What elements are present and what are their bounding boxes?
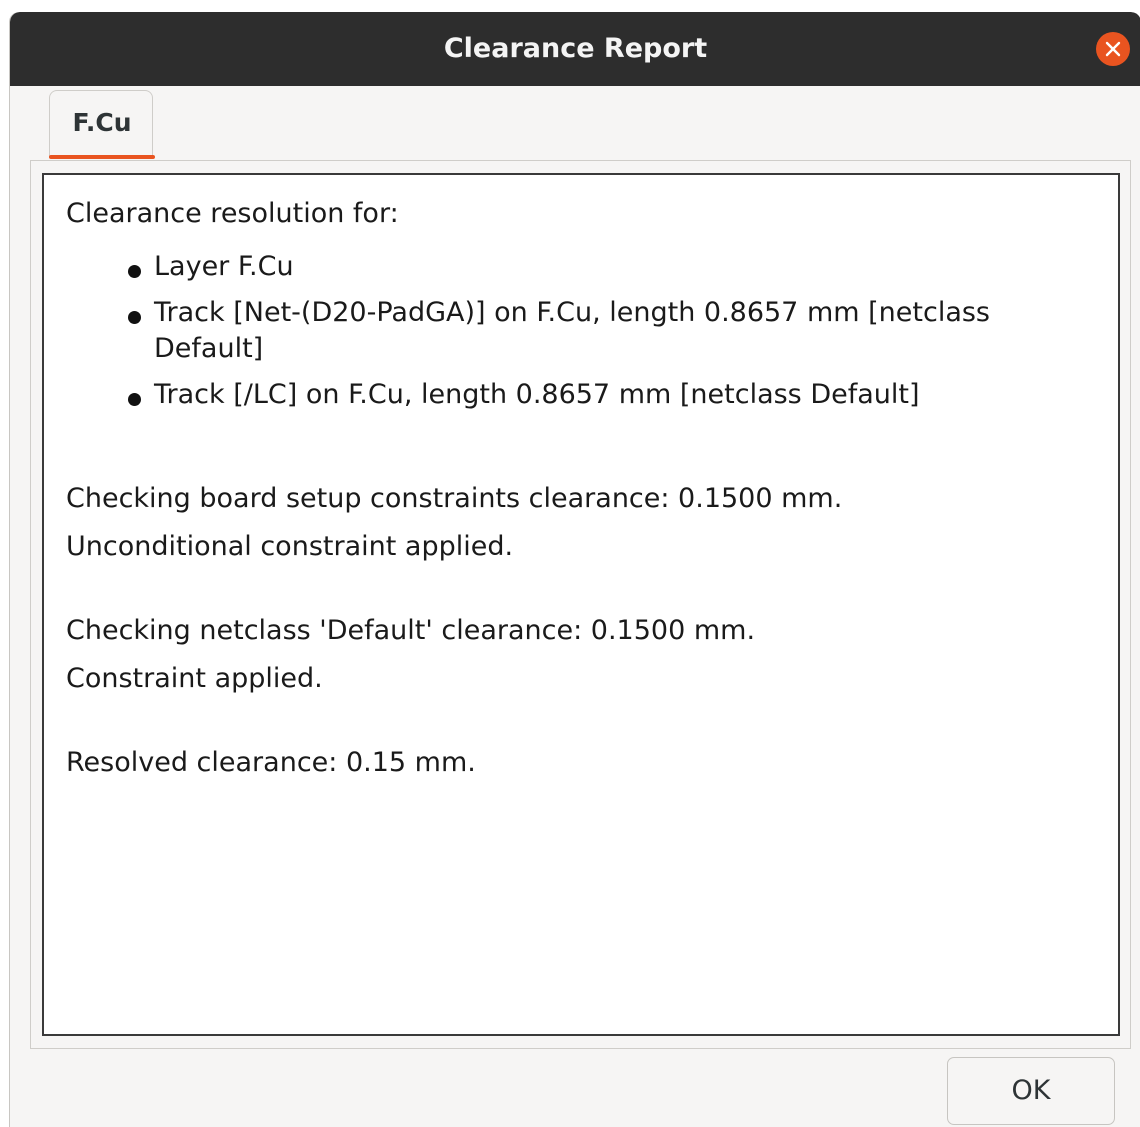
tab-f-cu[interactable]: F.Cu xyxy=(49,90,155,159)
constraint-applied: Constraint applied. xyxy=(66,663,323,694)
dialog-title: Clearance Report xyxy=(443,33,708,64)
report-text: Clearance resolution for: Layer F.Cu Tra… xyxy=(66,195,1096,787)
list-item: Track [/LC] on F.Cu, length 0.8657 mm [n… xyxy=(126,377,1096,413)
active-tab-indicator xyxy=(49,155,155,159)
report-content[interactable]: Clearance resolution for: Layer F.Cu Tra… xyxy=(42,173,1120,1036)
title-bar[interactable]: Clearance Report xyxy=(10,12,1140,86)
tab-label: F.Cu xyxy=(72,108,132,137)
close-button[interactable] xyxy=(1096,32,1130,66)
item-list: Layer F.Cu Track [Net-(D20-PadGA)] on F.… xyxy=(66,249,1096,413)
list-item: Layer F.Cu xyxy=(126,249,1096,285)
board-setup-check: Checking board setup constraints clearan… xyxy=(66,483,843,514)
bullet-icon xyxy=(128,311,141,324)
close-icon xyxy=(1105,41,1121,57)
list-item-text: Track [Net-(D20-PadGA)] on F.Cu, length … xyxy=(154,297,990,364)
list-item-text: Layer F.Cu xyxy=(154,251,294,282)
bullet-icon xyxy=(128,265,141,278)
bullet-icon xyxy=(128,393,141,406)
list-item: Track [Net-(D20-PadGA)] on F.Cu, length … xyxy=(126,295,1096,367)
resolved-clearance: Resolved clearance: 0.15 mm. xyxy=(66,747,476,778)
ok-button[interactable]: OK xyxy=(947,1057,1115,1125)
list-item-text: Track [/LC] on F.Cu, length 0.8657 mm [n… xyxy=(154,379,920,410)
unconditional-constraint: Unconditional constraint applied. xyxy=(66,531,514,562)
clearance-report-dialog: Clearance Report F.Cu Clearance resoluti… xyxy=(9,12,1140,1127)
report-heading: Clearance resolution for: xyxy=(66,198,399,229)
netclass-check: Checking netclass 'Default' clearance: 0… xyxy=(66,615,756,646)
